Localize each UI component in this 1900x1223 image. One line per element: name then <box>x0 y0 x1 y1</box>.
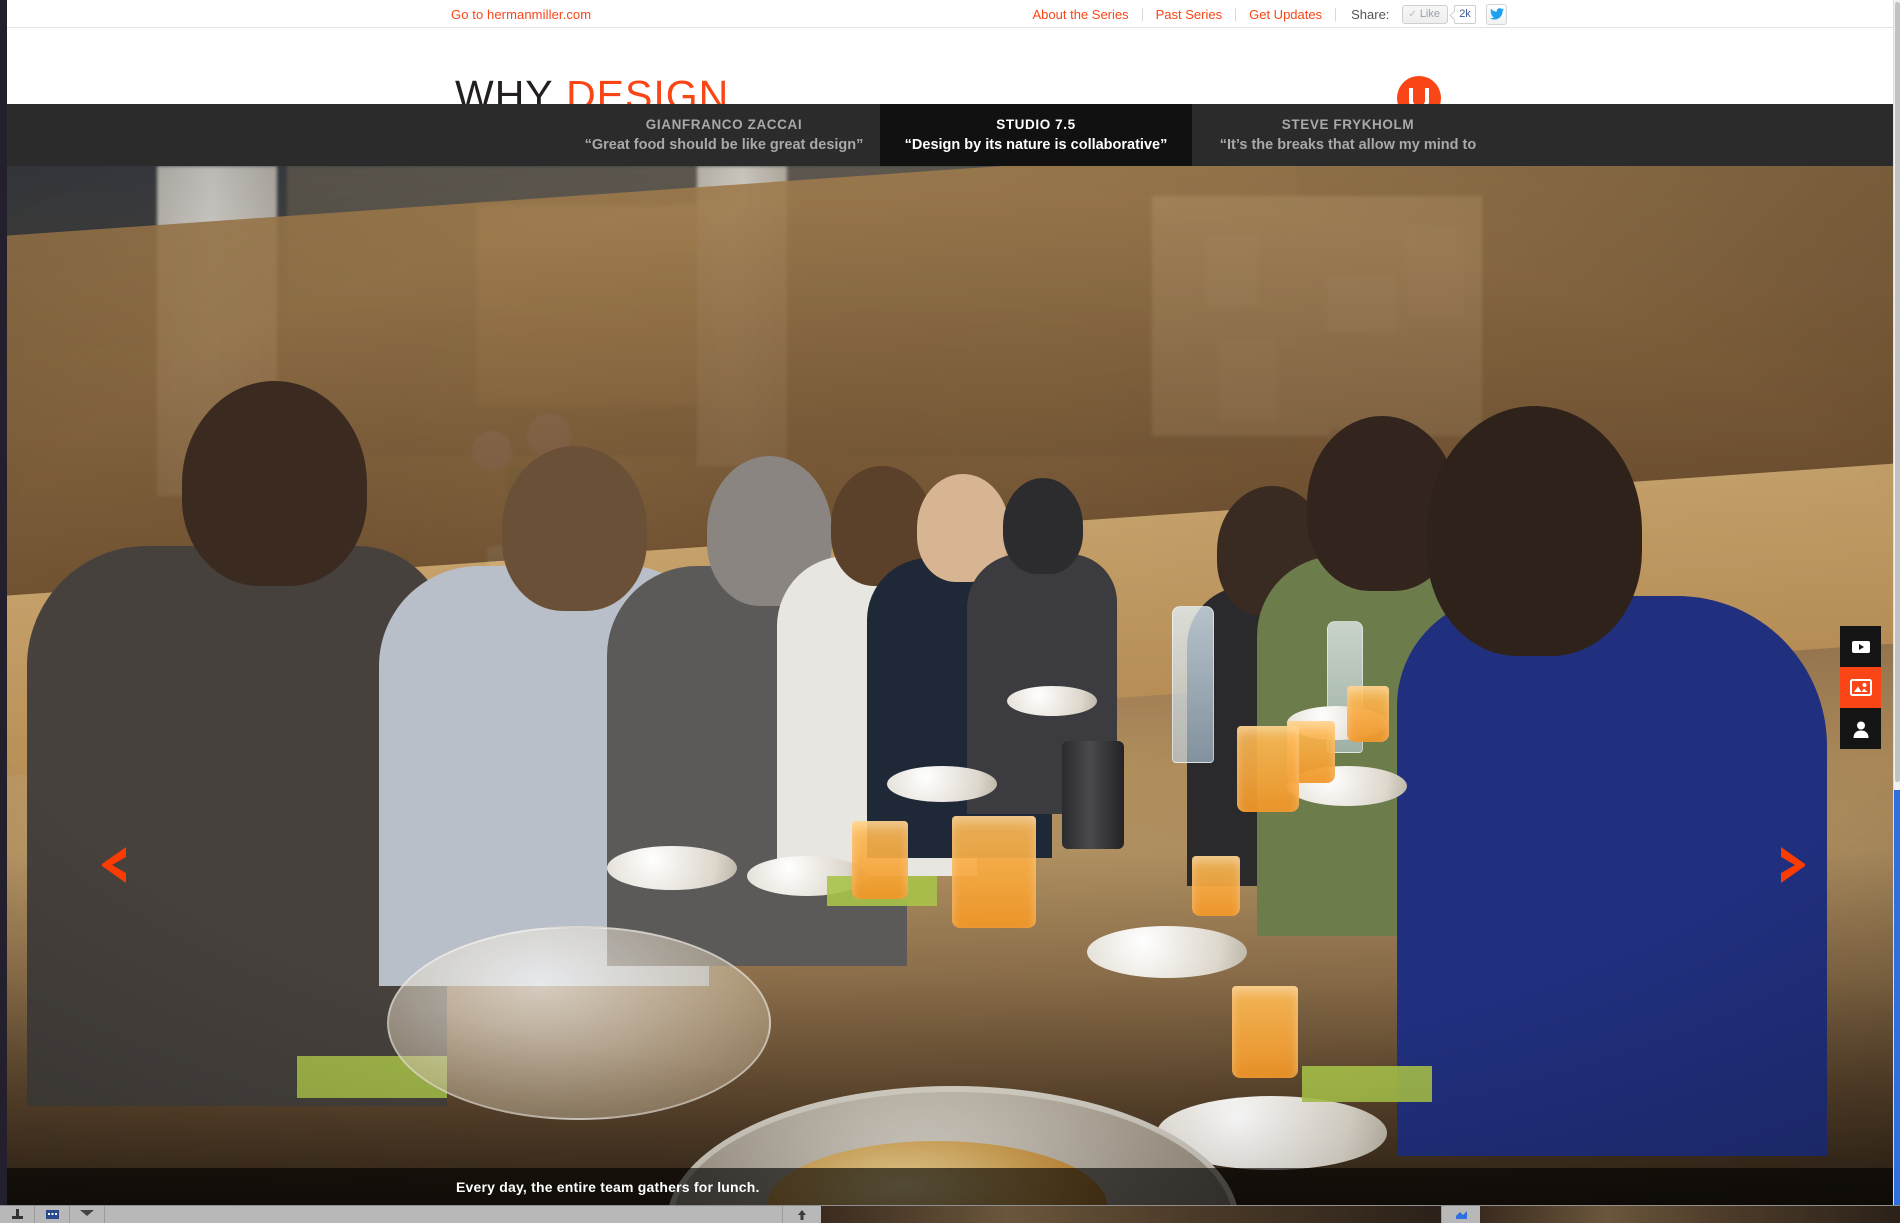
about-the-series-link[interactable]: About the Series <box>1020 7 1142 22</box>
window-right-accent <box>1894 790 1900 1205</box>
photo-gallery-icon <box>1849 679 1872 696</box>
taskbar-item-system[interactable] <box>0 1206 35 1223</box>
photo-juice-glass <box>1237 726 1299 812</box>
check-icon: ✓ <box>1408 8 1417 20</box>
episode-name: STEVE FRYKHOLM <box>1281 117 1415 132</box>
photo-plate <box>607 846 737 890</box>
nav-left-spacer <box>7 104 568 166</box>
previous-slide-button[interactable] <box>92 842 138 888</box>
hero-photograph: AA <box>7 166 1893 1205</box>
episode-quote: “Design by its nature is collaborative” <box>904 137 1168 153</box>
episode-nav-bar: GIANFRANCO ZACCAI “Great food should be … <box>7 104 1893 166</box>
photo-plate <box>887 766 997 802</box>
episode-quote: “It’s the breaks that allow my mind to <box>1219 137 1477 153</box>
utility-right-group: About the Series Past Series Get Updates… <box>1020 0 1507 28</box>
episode-name: STUDIO 7.5 <box>996 117 1076 132</box>
photo-diner-body <box>1397 596 1827 1156</box>
keyboard-icon <box>45 1210 59 1219</box>
chevron-left-icon <box>102 847 126 883</box>
photo-plate <box>1087 926 1247 978</box>
episode-tab-steve-frykholm[interactable]: STEVE FRYKHOLM “It’s the breaks that all… <box>1192 104 1504 166</box>
rail-item-photos[interactable] <box>1840 667 1881 708</box>
episode-tab-studio-7-5[interactable]: STUDIO 7.5 “Design by its nature is coll… <box>880 104 1192 166</box>
photo-glass-salad-bowl <box>387 926 771 1120</box>
facebook-like-count[interactable]: 2k <box>1454 4 1476 24</box>
get-updates-link[interactable]: Get Updates <box>1236 7 1335 22</box>
scrollbar-thumb[interactable] <box>1895 2 1900 782</box>
episode-name: GIANFRANCO ZACCAI <box>645 117 803 132</box>
upload-icon <box>798 1209 806 1220</box>
chevron-right-icon <box>1781 847 1805 883</box>
mail-icon <box>80 1210 94 1216</box>
photo-juice-glass <box>852 821 908 899</box>
photo-diner-head <box>1427 406 1642 656</box>
hero-photo-stage: AA <box>7 166 1893 1205</box>
twitter-bird-icon <box>1489 8 1504 20</box>
media-type-rail <box>1840 626 1881 749</box>
share-label: Share: <box>1351 6 1390 22</box>
browser-viewport: Go to hermanmiller.com About the Series … <box>0 0 1900 1223</box>
os-taskbar <box>0 1205 1900 1223</box>
hermanmiller-home-link[interactable]: Go to hermanmiller.com <box>451 7 591 22</box>
facebook-like-label: Like <box>1419 8 1440 20</box>
system-icon <box>11 1209 23 1219</box>
facebook-like-button[interactable]: ✓ Like <box>1402 4 1448 24</box>
taskbar-item-app[interactable] <box>1441 1206 1480 1223</box>
episode-quote: “Great food should be like great design” <box>584 137 864 153</box>
photo-thermos <box>1062 741 1124 849</box>
next-slide-button[interactable] <box>1769 842 1815 888</box>
taskbar-item-upload[interactable] <box>782 1206 821 1223</box>
photo-juice-glass <box>1347 686 1389 742</box>
hero-caption-text: Every day, the entire team gathers for l… <box>456 1178 760 1195</box>
rail-item-profile[interactable] <box>1840 708 1881 749</box>
photo-diner-head <box>502 446 647 611</box>
taskbar-item-keyboard[interactable] <box>35 1206 70 1223</box>
photo-juice-glass <box>1192 856 1240 916</box>
photo-napkin <box>1302 1066 1432 1102</box>
taskbar-item-mail[interactable] <box>70 1206 105 1223</box>
video-icon <box>1851 640 1870 653</box>
twitter-share-button[interactable] <box>1486 3 1507 25</box>
episode-tab-gianfranco-zaccai[interactable]: GIANFRANCO ZACCAI “Great food should be … <box>568 104 880 166</box>
taskbar-window-preview[interactable] <box>1480 1206 1900 1223</box>
masthead: WHY DESIGN <box>7 28 1893 120</box>
app-icon <box>1455 1210 1467 1219</box>
hero-caption-bar: Every day, the entire team gathers for l… <box>7 1168 1893 1205</box>
photo-water-bottle <box>1172 606 1214 763</box>
photo-plate <box>1007 686 1097 716</box>
person-profile-icon <box>1853 721 1868 738</box>
window-left-edge <box>0 0 7 1205</box>
photo-diner-head <box>1003 478 1083 574</box>
rail-item-video[interactable] <box>1840 626 1881 667</box>
photo-diner-head <box>182 381 367 586</box>
past-series-link[interactable]: Past Series <box>1143 7 1235 22</box>
photo-juice-glass <box>1232 986 1298 1078</box>
taskbar-window-preview[interactable] <box>821 1206 1441 1223</box>
photo-juice-glass <box>952 816 1036 928</box>
utility-bar: Go to hermanmiller.com About the Series … <box>7 0 1893 28</box>
